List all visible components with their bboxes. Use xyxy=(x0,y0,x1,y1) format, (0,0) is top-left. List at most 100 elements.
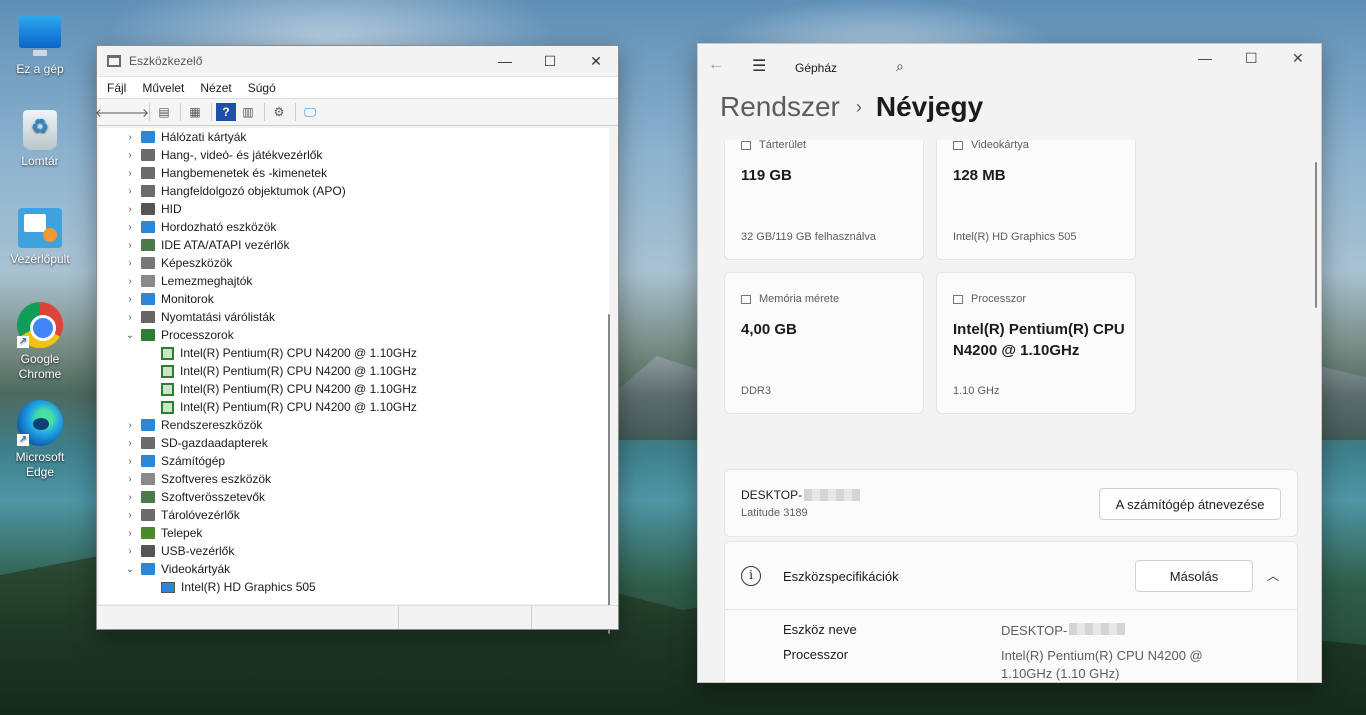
desktop-icon-edge[interactable]: ↗ Microsoft Edge xyxy=(8,400,72,480)
chevron-right-icon[interactable]: › xyxy=(125,312,135,323)
tree-device[interactable]: Intel(R) Pentium(R) CPU N4200 @ 1.10GHz xyxy=(99,362,609,380)
tree-category[interactable]: › Hálózati kártyák xyxy=(99,128,609,146)
chevron-right-icon[interactable]: › xyxy=(125,456,135,467)
tree-category[interactable]: › Lemezmeghajtók xyxy=(99,272,609,290)
device-tree[interactable]: › Hálózati kártyák › Hang-, videó- és játék… xyxy=(99,128,609,604)
tree-category[interactable]: ⌄ Processzorok xyxy=(99,326,609,344)
help-icon[interactable]: ? xyxy=(216,103,236,121)
back-arrow-icon[interactable]: ← xyxy=(708,56,724,74)
scrollbar-thumb[interactable] xyxy=(1315,162,1317,308)
tree-category[interactable]: › Számítógép xyxy=(99,452,609,470)
tree-category[interactable]: › Tárolóvezérlők xyxy=(99,506,609,524)
monitor-icon[interactable]: 🖵 xyxy=(300,103,320,121)
breadcrumb-parent[interactable]: Rendszer xyxy=(720,91,840,123)
control-panel-icon xyxy=(18,208,62,248)
menu-view[interactable]: Nézet xyxy=(200,81,231,95)
search-icon[interactable]: ⌕ xyxy=(896,58,904,75)
device-category-icon xyxy=(141,509,155,521)
tree-device[interactable]: Intel(R) Pentium(R) CPU N4200 @ 1.10GHz xyxy=(99,398,609,416)
copy-button[interactable]: Másolás xyxy=(1135,560,1253,592)
chevron-right-icon[interactable]: › xyxy=(125,240,135,251)
chevron-right-icon[interactable]: › xyxy=(125,186,135,197)
memory-card: Memória mérete 4,00 GB DDR3 xyxy=(724,272,924,414)
tree-category[interactable]: › Hangfeldolgozó objektumok (APO) xyxy=(99,182,609,200)
chevron-right-icon[interactable]: › xyxy=(125,528,135,539)
desktop-icon-chrome[interactable]: ↗ Google Chrome xyxy=(8,302,72,382)
close-button[interactable]: ✕ xyxy=(1292,50,1304,67)
title-bar[interactable]: ← ☰ Gépház ⌕ — ☐ ✕ xyxy=(698,44,1321,92)
chevron-right-icon[interactable]: › xyxy=(125,294,135,305)
scrollbar-thumb[interactable] xyxy=(608,314,610,634)
tree-category[interactable]: › Monitorok xyxy=(99,290,609,308)
redacted-text xyxy=(1069,623,1126,635)
tree-category[interactable]: › HID xyxy=(99,200,609,218)
chevron-down-icon[interactable]: ⌄ xyxy=(125,330,135,341)
chevron-right-icon[interactable]: › xyxy=(125,438,135,449)
update-icon[interactable]: ▦ xyxy=(185,103,205,121)
tree-category[interactable]: › Hangbemenetek és -kimenetek xyxy=(99,164,609,182)
processor-icon xyxy=(953,294,963,304)
tree-category[interactable]: › Telepek xyxy=(99,524,609,542)
graphics-card: Videokártya 128 MB Intel(R) HD Graphics … xyxy=(936,140,1136,260)
tree-category-label: Telepek xyxy=(161,526,203,540)
menu-help[interactable]: Súgó xyxy=(248,81,276,95)
tree-category-label: Monitorok xyxy=(161,292,214,306)
rename-pc-button[interactable]: A számítógép átnevezése xyxy=(1099,488,1281,520)
properties-icon[interactable]: ▤ xyxy=(154,103,174,121)
close-button[interactable]: ✕ xyxy=(573,46,619,76)
tree-category[interactable]: › USB-vezérlők xyxy=(99,542,609,560)
chevron-right-icon[interactable]: › xyxy=(125,132,135,143)
tree-category[interactable]: › Nyomtatási várólisták xyxy=(99,308,609,326)
tree-device[interactable]: Intel(R) HD Graphics 505 xyxy=(99,578,609,596)
tree-device-label: Intel(R) Pentium(R) CPU N4200 @ 1.10GHz xyxy=(180,364,417,378)
device-category-icon xyxy=(141,221,155,233)
chevron-right-icon[interactable]: › xyxy=(125,222,135,233)
device-category-icon xyxy=(141,419,155,431)
chevron-right-icon[interactable]: › xyxy=(125,204,135,215)
view-icon[interactable]: ▥ xyxy=(238,103,258,121)
chevron-right-icon[interactable]: › xyxy=(125,420,135,431)
forward-icon[interactable]: 🡒 xyxy=(117,103,149,121)
hamburger-menu-icon[interactable]: ☰ xyxy=(752,56,766,76)
minimize-button[interactable]: — xyxy=(482,46,528,76)
device-specs-header[interactable]: i Eszközspecifikációk Másolás ︿ xyxy=(725,542,1297,610)
device-category-icon xyxy=(141,527,155,539)
tree-category[interactable]: › Hang-, videó- és játékvezérlők xyxy=(99,146,609,164)
title-bar[interactable]: Eszközkezelő — ☐ ✕ xyxy=(97,46,618,76)
device-manager-icon xyxy=(107,55,121,67)
tree-category-label: Hang-, videó- és játékvezérlők xyxy=(161,148,323,162)
chevron-right-icon[interactable]: › xyxy=(125,546,135,557)
tree-category[interactable]: › Szoftverösszetevők xyxy=(99,488,609,506)
chevron-right-icon[interactable]: › xyxy=(125,492,135,503)
desktop-icon-this-pc[interactable]: Ez a gép xyxy=(8,10,72,77)
desktop-icon-recycle-bin[interactable]: ♻ Lomtár xyxy=(8,110,72,169)
pc-name-panel: DESKTOP- Latitude 3189 A számítógép átne… xyxy=(724,469,1298,537)
minimize-button[interactable]: — xyxy=(1198,50,1212,66)
toolbar-separator xyxy=(211,103,212,121)
tree-category[interactable]: › Rendszereszközök xyxy=(99,416,609,434)
desktop-icon-control-panel[interactable]: Vezérlőpult xyxy=(8,208,72,267)
chevron-right-icon[interactable]: › xyxy=(125,150,135,161)
tree-device[interactable]: Intel(R) Pentium(R) CPU N4200 @ 1.10GHz xyxy=(99,380,609,398)
chevron-up-icon[interactable]: ︿ xyxy=(1267,567,1279,584)
chevron-right-icon[interactable]: › xyxy=(125,168,135,179)
tree-category[interactable]: › IDE ATA/ATAPI vezérlők xyxy=(99,236,609,254)
tree-device[interactable]: Intel(R) Pentium(R) CPU N4200 @ 1.10GHz xyxy=(99,344,609,362)
menu-bar: Fájl Művelet Nézet Súgó xyxy=(97,76,618,98)
tree-category[interactable]: › SD-gazdaadapterek xyxy=(99,434,609,452)
chevron-right-icon[interactable]: › xyxy=(125,474,135,485)
tree-category[interactable]: › Szoftveres eszközök xyxy=(99,470,609,488)
chevron-right-icon[interactable]: › xyxy=(125,510,135,521)
menu-action[interactable]: Művelet xyxy=(142,81,184,95)
tree-category-label: Számítógép xyxy=(161,454,226,468)
maximize-button[interactable]: ☐ xyxy=(527,46,573,76)
chevron-right-icon[interactable]: › xyxy=(125,276,135,287)
chevron-down-icon[interactable]: ⌄ xyxy=(125,564,135,575)
tree-category[interactable]: ⌄ Videokártyák xyxy=(99,560,609,578)
tree-category[interactable]: › Hordozható eszközök xyxy=(99,218,609,236)
chevron-right-icon[interactable]: › xyxy=(125,258,135,269)
maximize-button[interactable]: ☐ xyxy=(1245,50,1258,67)
tree-category[interactable]: › Képeszközök xyxy=(99,254,609,272)
menu-file[interactable]: Fájl xyxy=(107,81,126,95)
scan-icon[interactable]: ⚙ xyxy=(269,103,289,121)
